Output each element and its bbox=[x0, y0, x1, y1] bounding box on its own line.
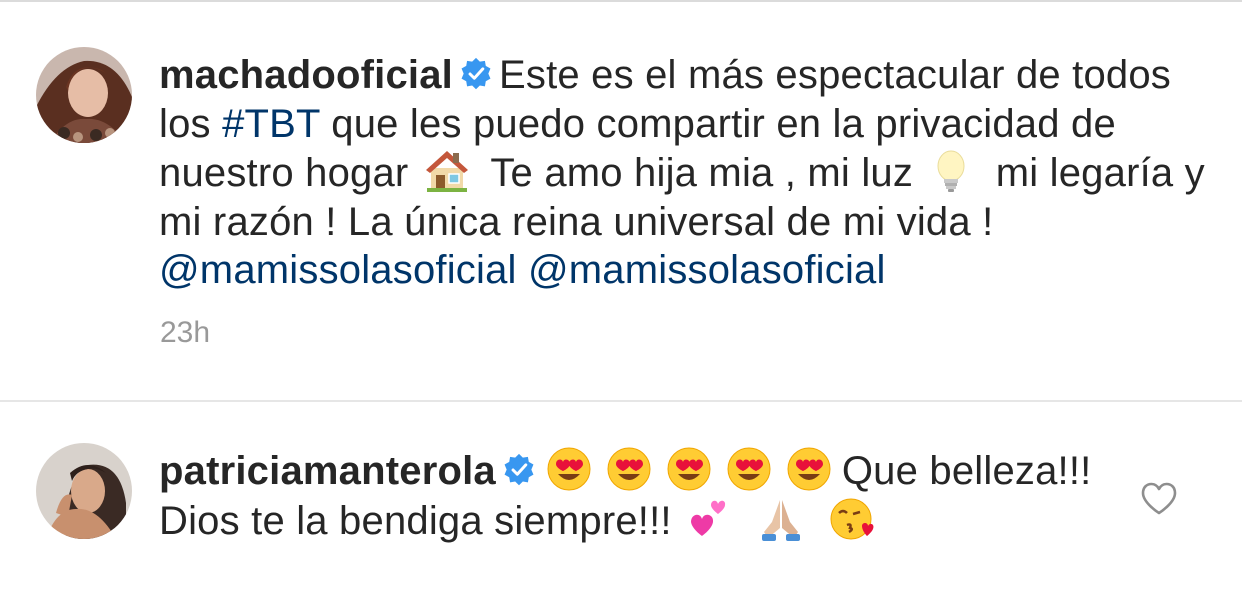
comment-text: Te amo hija mia , mi luz bbox=[490, 151, 914, 195]
comment-patriciamanterola: patriciamanterola Que belleza!!! Dios te … bbox=[159, 446, 1119, 545]
username[interactable]: patriciamanterola bbox=[159, 449, 496, 493]
heart-eyes-emoji-icon bbox=[546, 446, 592, 492]
two-hearts-emoji-icon bbox=[687, 496, 733, 542]
house-emoji-icon bbox=[424, 148, 470, 194]
avatar-patriciamanterola[interactable] bbox=[36, 443, 132, 539]
username[interactable]: machadooficial bbox=[159, 53, 453, 97]
heart-eyes-emoji-icon bbox=[726, 446, 772, 492]
hashtag-link[interactable]: #TBT bbox=[222, 102, 320, 146]
like-heart-icon[interactable] bbox=[1141, 482, 1177, 516]
heart-eyes-emoji-icon bbox=[786, 446, 832, 492]
face-blowing-kiss-emoji-icon bbox=[830, 496, 876, 542]
top-divider bbox=[0, 0, 1242, 2]
timestamp: 23h bbox=[160, 316, 211, 349]
mention-link[interactable]: @mamissolasoficial bbox=[159, 248, 517, 292]
verified-badge-icon bbox=[502, 453, 536, 487]
light-bulb-emoji-icon bbox=[928, 148, 974, 194]
mention-link[interactable]: @mamissolasoficial bbox=[528, 248, 886, 292]
comment-divider bbox=[0, 400, 1242, 402]
comment-machadooficial: machadooficial Este es el más espectacula… bbox=[159, 51, 1209, 295]
folded-hands-emoji-icon bbox=[758, 496, 804, 542]
verified-badge-icon bbox=[459, 57, 493, 91]
heart-eyes-emoji-icon bbox=[606, 446, 652, 492]
avatar-machadooficial[interactable] bbox=[36, 47, 132, 143]
heart-eyes-emoji-icon bbox=[666, 446, 712, 492]
